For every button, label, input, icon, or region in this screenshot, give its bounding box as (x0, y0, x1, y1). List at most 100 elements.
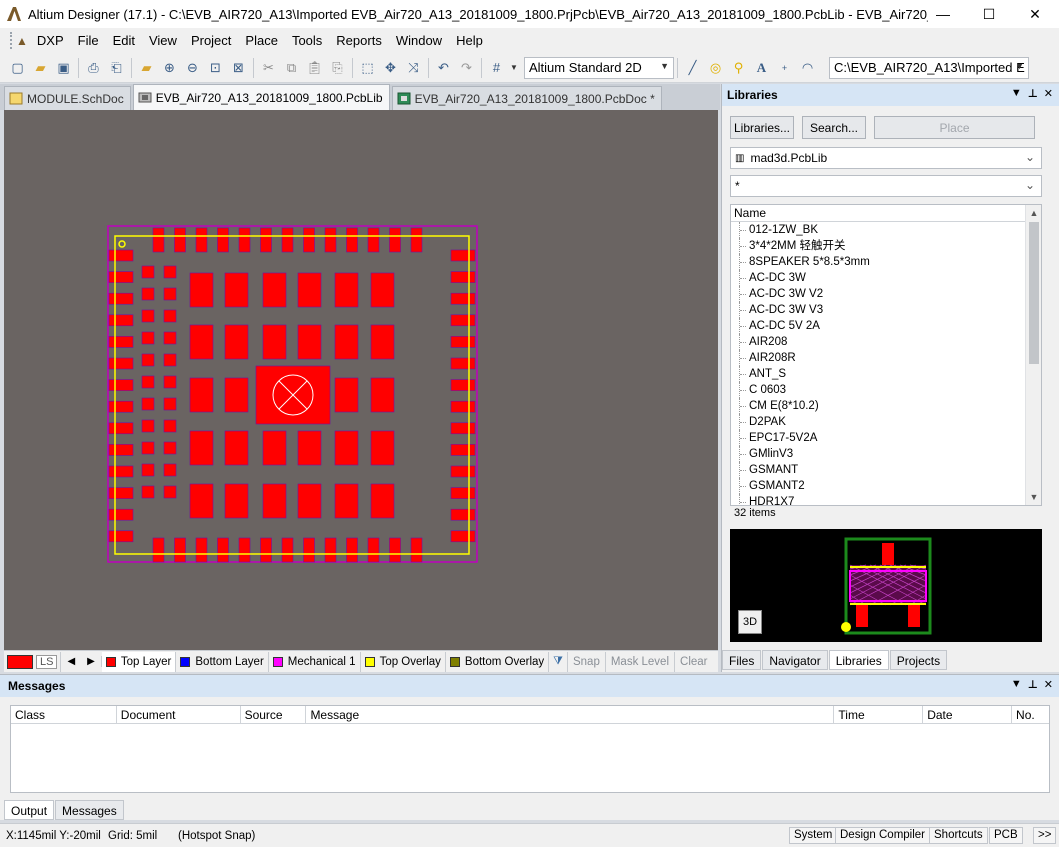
menu-reports[interactable]: Reports (329, 28, 389, 53)
smd-pad[interactable] (108, 336, 134, 348)
place-button[interactable]: Place (874, 116, 1035, 139)
smd-pad[interactable] (108, 249, 134, 262)
smd-pad[interactable] (334, 430, 359, 466)
smd-pad[interactable] (389, 537, 401, 563)
smd-pad[interactable] (189, 483, 214, 519)
smd-pad[interactable] (238, 537, 251, 563)
menu-dxp[interactable]: DXP (30, 28, 71, 53)
redo-icon[interactable]: ↷ (455, 57, 478, 79)
deselect-icon[interactable]: ⤨ (402, 57, 425, 79)
column-header-document[interactable]: Document (117, 706, 241, 723)
print-preview-icon[interactable]: ⎗ (105, 57, 128, 79)
smd-pad[interactable] (163, 485, 177, 499)
smd-pad[interactable] (450, 530, 476, 543)
smd-pad[interactable] (163, 331, 177, 345)
smd-pad[interactable] (108, 508, 134, 521)
smd-pad[interactable] (108, 530, 134, 543)
column-header-time[interactable]: Time (834, 706, 924, 723)
smd-pad[interactable] (141, 287, 155, 301)
view-mode-select[interactable]: Altium Standard 2D ▼ (524, 56, 674, 79)
smd-pad[interactable] (262, 272, 287, 308)
smd-pad[interactable] (163, 419, 177, 433)
copy-icon[interactable]: ⧉ (280, 57, 303, 79)
smd-pad[interactable] (141, 375, 155, 389)
scrollbar-thumb[interactable] (1029, 222, 1039, 364)
layer-tab-top-overlay[interactable]: Top Overlay (361, 651, 446, 672)
design-compiler-button[interactable]: Design Compiler (835, 827, 931, 844)
undo-icon[interactable]: ↶ (432, 57, 455, 79)
set-origin-icon[interactable]: + (773, 57, 796, 79)
smd-pad[interactable] (163, 375, 177, 389)
panel-menu-icon[interactable]: ▼ (1011, 678, 1022, 691)
smd-pad[interactable] (174, 537, 186, 563)
column-header-no[interactable]: No. (1012, 706, 1049, 723)
layer-scroll-right-icon[interactable]: ▶ (81, 656, 102, 667)
pcb-canvas[interactable] (4, 110, 718, 650)
smd-pad[interactable] (163, 463, 177, 477)
minimize-button[interactable]: — (920, 0, 966, 28)
smd-pad[interactable] (370, 483, 395, 519)
open-project-icon[interactable]: ▰ (135, 57, 158, 79)
smd-pad[interactable] (370, 324, 395, 360)
smd-pad[interactable] (141, 441, 155, 455)
smd-pad[interactable] (450, 249, 476, 262)
list-item[interactable]: GSMANT2 (731, 478, 1041, 494)
menu-file[interactable]: File (71, 28, 106, 53)
list-item[interactable]: AC-DC 3W (731, 270, 1041, 286)
list-item[interactable]: ANT_S (731, 366, 1041, 382)
layer-tab-top-layer[interactable]: Top Layer (101, 651, 177, 672)
tab-libraries[interactable]: Libraries (828, 650, 889, 670)
smd-pad[interactable] (324, 537, 337, 563)
smd-pad[interactable] (108, 292, 134, 305)
grid-icon[interactable]: # (485, 57, 508, 79)
layer-tab-mechanical-1[interactable]: Mechanical 1 (269, 651, 361, 672)
pad-tool-icon[interactable]: ◎ (704, 57, 727, 79)
smd-pad[interactable] (163, 265, 177, 279)
smd-pad[interactable] (163, 441, 177, 455)
list-item[interactable]: AIR208 (731, 334, 1041, 350)
smd-pad[interactable] (189, 272, 214, 308)
messages-table[interactable]: Class Document Source Message Time Date … (10, 705, 1050, 793)
smd-pad[interactable] (367, 227, 380, 253)
list-item[interactable]: EPC17-5V2A (731, 430, 1041, 446)
move-icon[interactable]: ✥ (379, 57, 402, 79)
smd-pad[interactable] (450, 400, 476, 413)
new-file-icon[interactable]: ▢ (6, 57, 29, 79)
smd-pad[interactable] (281, 227, 294, 253)
clear-button[interactable]: Clear (674, 651, 712, 672)
column-header-class[interactable]: Class (11, 706, 117, 723)
3d-view-button[interactable]: 3D (738, 610, 762, 634)
zoom-out-icon[interactable]: ⊖ (181, 57, 204, 79)
smd-pad[interactable] (370, 377, 395, 413)
smd-pad[interactable] (260, 227, 272, 253)
smd-pad[interactable] (108, 487, 134, 499)
smd-pad[interactable] (410, 537, 423, 563)
menu-view[interactable]: View (142, 28, 184, 53)
smd-pad[interactable] (141, 309, 155, 323)
menu-help[interactable]: Help (449, 28, 490, 53)
smd-pad[interactable] (141, 463, 155, 477)
smd-pad[interactable] (195, 537, 208, 563)
mask-level-button[interactable]: Mask Level (604, 651, 674, 672)
smd-pad[interactable] (163, 287, 177, 301)
smd-pad[interactable] (346, 537, 358, 563)
smd-pad[interactable] (450, 379, 476, 391)
smd-pad[interactable] (108, 379, 134, 391)
smd-pad[interactable] (108, 422, 134, 435)
smd-pad[interactable] (334, 272, 359, 308)
smd-pad[interactable] (262, 324, 287, 360)
smd-pad[interactable] (224, 324, 249, 360)
smd-pad[interactable] (389, 227, 401, 253)
tab-navigator[interactable]: Navigator (762, 650, 828, 670)
select-area-icon[interactable]: ⬚ (356, 57, 379, 79)
column-header-name[interactable]: Name (731, 205, 1026, 222)
zoom-in-icon[interactable]: ⊕ (158, 57, 181, 79)
smd-pad[interactable] (450, 314, 476, 327)
list-item[interactable]: AC-DC 5V 2A (731, 318, 1041, 334)
smd-pad[interactable] (262, 483, 287, 519)
footprint-preview[interactable]: 3D (730, 529, 1042, 642)
smd-pad[interactable] (163, 309, 177, 323)
line-tool-icon[interactable]: ╱ (681, 57, 704, 79)
smd-pad[interactable] (260, 537, 272, 563)
snap-filter-icon[interactable]: ⧩ (549, 655, 567, 668)
